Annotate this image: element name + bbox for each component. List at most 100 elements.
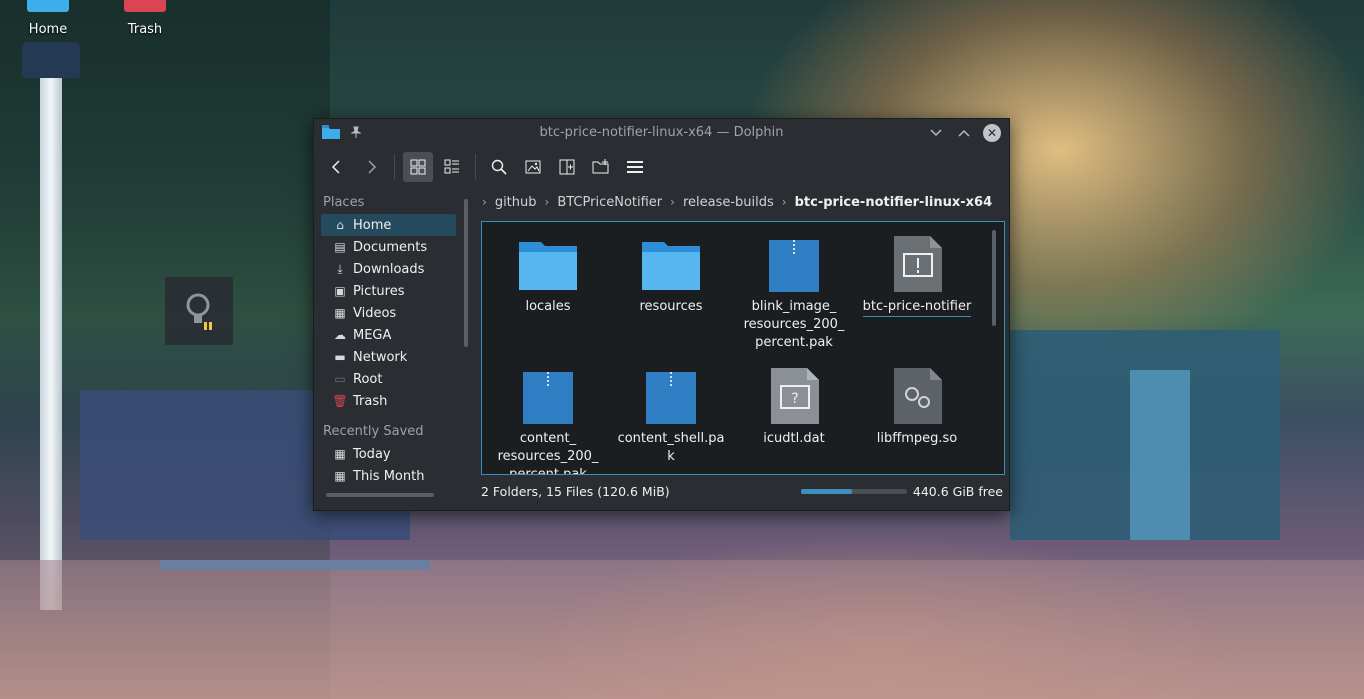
download-icon: ⤓ — [337, 261, 343, 276]
details-list-icon — [444, 159, 459, 174]
chevron-up-icon — [958, 129, 970, 137]
file-view-scrollbar[interactable] — [992, 230, 996, 326]
calendar-icon: ▦ — [334, 469, 346, 483]
sidebar-item-mega[interactable]: ☁ MEGA — [321, 324, 456, 346]
trash-icon: 🗑︎ — [332, 394, 348, 408]
split-view-button[interactable] — [552, 152, 582, 182]
file-item-btc-price-notifier[interactable]: btc-price-notifier — [862, 236, 972, 317]
free-space-label: 440.6 GiB free — [912, 483, 1003, 499]
status-bar: 2 Folders, 15 Files (120.6 MiB) 440.6 Gi… — [481, 481, 1003, 501]
titlebar: btc-price-notifier-linux-x64 — Dolphin ✕ — [314, 119, 1009, 147]
menu-button[interactable] — [620, 152, 650, 182]
new-folder-icon — [592, 159, 609, 174]
split-view-icon — [559, 159, 575, 175]
lightbulb-widget[interactable] — [165, 277, 233, 345]
desktop-icon-label: Home — [28, 22, 68, 37]
file-name: blink_image_ resources_200_ percent.pak — [743, 299, 845, 350]
status-summary: 2 Folders, 15 Files (120.6 MiB) — [481, 483, 670, 499]
desktop-trash-icon[interactable]: Trash — [110, 0, 180, 37]
toolbar — [314, 147, 1009, 187]
breadcrumb-separator-icon: › — [781, 195, 787, 209]
breadcrumb-separator-icon: › — [670, 195, 675, 209]
sidebar-item-trash[interactable]: 🗑︎ Trash — [321, 390, 456, 412]
free-space-bar-fill — [800, 488, 852, 494]
free-space-bar[interactable] — [800, 488, 907, 494]
breadcrumb-current[interactable]: btc-price-notifier-linux-x64 — [795, 195, 993, 210]
breadcrumb-item[interactable]: BTCPriceNotifier — [557, 195, 662, 210]
sidebar-item-pictures[interactable]: ▣ Pictures — [321, 280, 456, 302]
close-button[interactable]: ✕ — [983, 124, 1001, 142]
sidebar-item-label: Videos — [353, 305, 397, 321]
breadcrumb: › github › BTCPriceNotifier › release-bu… — [482, 191, 992, 213]
sidebar-item-label: This Month — [353, 468, 425, 484]
recent-header: Recently Saved — [323, 424, 424, 439]
file-item-content-shell[interactable]: content_shell.pak — [616, 368, 726, 466]
sidebar-item-label: Root — [353, 371, 383, 387]
sidebar-horizontal-scrollbar[interactable] — [326, 493, 434, 497]
drive-icon: ▭ — [334, 372, 346, 386]
details-view-button[interactable] — [437, 152, 467, 182]
file-name: resources — [639, 299, 703, 314]
forward-arrow-icon — [368, 160, 377, 174]
videos-icon: ▦ — [334, 306, 346, 320]
forward-button[interactable] — [356, 152, 386, 182]
file-name: locales — [525, 299, 571, 314]
file-item-libffmpeg[interactable]: libffmpeg.so — [862, 368, 972, 448]
search-button[interactable] — [484, 152, 514, 182]
sidebar-item-today[interactable]: ▦ Today — [321, 443, 456, 465]
sidebar-item-this-month[interactable]: ▦ This Month — [321, 465, 456, 487]
chevron-down-icon — [930, 129, 942, 137]
preview-button[interactable] — [518, 152, 548, 182]
file-item-icudtl[interactable]: ? icudtl.dat — [739, 368, 849, 448]
file-view[interactable]: locales resources blink_image_ resources… — [481, 221, 1005, 475]
sidebar-item-network[interactable]: ▬ Network — [321, 346, 456, 368]
maximize-button[interactable] — [955, 124, 973, 142]
sidebar-item-documents[interactable]: ▤ Documents — [321, 236, 456, 258]
grid-icon — [410, 159, 426, 175]
unknown-file-icon: ? — [771, 368, 819, 424]
home-icon: ⌂ — [336, 218, 344, 232]
library-file-icon — [894, 368, 942, 424]
executable-file-icon — [894, 236, 942, 292]
sidebar-item-label: Trash — [353, 393, 388, 409]
search-icon — [491, 159, 507, 175]
file-item-resources[interactable]: resources — [616, 236, 726, 316]
breadcrumb-item[interactable]: github — [495, 195, 537, 210]
breadcrumb-separator-icon: › — [544, 195, 550, 209]
home-folder-icon — [27, 0, 69, 12]
minimize-button[interactable] — [927, 124, 945, 142]
file-item-content-resources[interactable]: content_ resources_200_ percent.pak — [493, 368, 603, 475]
back-button[interactable] — [322, 152, 352, 182]
folder-icon — [642, 242, 700, 290]
sidebar-item-label: Documents — [353, 239, 428, 255]
sidebar-item-label: Home — [353, 217, 392, 233]
sidebar-item-label: Pictures — [353, 283, 405, 299]
hamburger-menu-icon — [627, 161, 643, 173]
sidebar-item-label: Downloads — [353, 261, 425, 277]
desktop-home-icon[interactable]: Home — [13, 0, 83, 37]
sidebar-item-downloads[interactable]: ⤓ Downloads — [321, 258, 456, 280]
dolphin-window: btc-price-notifier-linux-x64 — Dolphin ✕ — [313, 118, 1010, 511]
sidebar-item-root[interactable]: ▭ Root — [321, 368, 456, 390]
icons-view-button[interactable] — [403, 152, 433, 182]
desktop-icon-label: Trash — [127, 22, 163, 37]
archive-file-icon — [769, 240, 819, 292]
archive-file-icon — [646, 372, 696, 424]
close-icon: ✕ — [986, 126, 998, 140]
new-folder-button[interactable] — [586, 152, 616, 182]
pictures-icon: ▣ — [334, 284, 346, 298]
file-name: content_ resources_200_ percent.pak — [497, 431, 599, 475]
file-item-blink-image-resources[interactable]: blink_image_ resources_200_ percent.pak — [739, 236, 849, 352]
sidebar-item-videos[interactable]: ▦ Videos — [321, 302, 456, 324]
toolbar-separator — [475, 154, 476, 180]
lightbulb-icon — [186, 293, 212, 330]
places-panel: Places ⌂ Home ▤ Documents ⤓ Downloads ▣ … — [314, 187, 464, 487]
file-item-locales[interactable]: locales — [493, 236, 603, 316]
sidebar-item-home[interactable]: ⌂ Home — [321, 214, 456, 236]
breadcrumb-item[interactable]: release-builds — [683, 195, 774, 210]
network-icon: ▬ — [334, 350, 346, 364]
toolbar-separator — [394, 154, 395, 180]
trash-icon — [124, 0, 166, 12]
sidebar-vertical-scrollbar[interactable] — [464, 199, 468, 347]
file-name: libffmpeg.so — [876, 431, 958, 446]
